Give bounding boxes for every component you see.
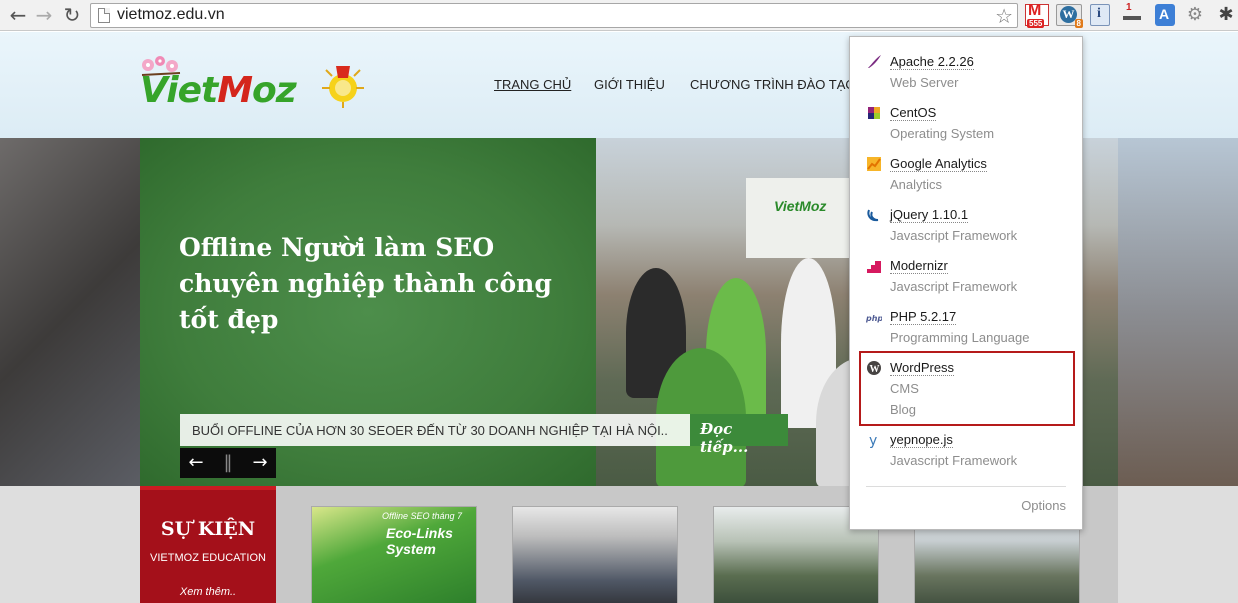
poster-title: Eco-Links System	[386, 525, 453, 557]
wordpress-highlight-box	[859, 351, 1075, 426]
chart-icon	[867, 157, 881, 171]
nav-about[interactable]: GIỚI THIỆU	[594, 77, 665, 92]
photo-brand-text: VietMoz	[774, 198, 827, 214]
stairs-icon	[867, 261, 881, 273]
firework-icon	[322, 66, 364, 108]
tech-name[interactable]: CentOS	[890, 105, 937, 121]
events-more-link[interactable]: Xem thêm..	[140, 586, 276, 598]
svg-text:php: php	[866, 314, 882, 323]
nav-home[interactable]: TRANG CHỦ	[494, 77, 571, 92]
forward-button[interactable]: →	[32, 3, 56, 27]
address-bar[interactable]: vietmoz.edu.vn ☆	[90, 3, 1018, 28]
wappalyzer-extension-button[interactable]: W 8	[1056, 4, 1083, 28]
tech-category: Javascript Framework	[890, 453, 1018, 468]
svg-text:y: y	[869, 433, 877, 448]
gmail-count-badge: 555	[1027, 19, 1045, 28]
tech-name[interactable]: PHP 5.2.17	[890, 309, 957, 325]
swirl-icon	[867, 209, 879, 222]
wappalyzer-count-badge: 8	[1074, 19, 1083, 28]
options-link[interactable]: Options	[1021, 498, 1066, 513]
notification-extension-button[interactable]: 1	[1120, 2, 1144, 26]
slider-left-photo	[0, 138, 140, 486]
technology-popup: Apache 2.2.26 Web Server CentOS Operatin…	[849, 36, 1083, 530]
y-icon: y	[869, 433, 877, 448]
tech-name[interactable]: jQuery 1.10.1	[890, 207, 969, 223]
events-box: SỰ KIỆN VIETMOZ EDUCATION Xem thêm..	[140, 486, 276, 603]
logo-text: VietMoz	[140, 70, 297, 111]
translate-extension-button[interactable]: A	[1155, 4, 1175, 26]
slide-caption: BUỔI OFFLINE CỦA HƠN 30 SEOER ĐẾN TỪ 30 …	[180, 414, 690, 446]
gmail-icon: M	[1028, 2, 1042, 19]
slider-prev-button[interactable]: ←	[180, 448, 212, 478]
pinwheel-icon	[868, 107, 880, 119]
popup-divider	[866, 486, 1066, 487]
bookmark-star-icon[interactable]: ☆	[995, 4, 1013, 28]
tech-name[interactable]: Google Analytics	[890, 156, 987, 172]
tech-category: Analytics	[890, 177, 943, 192]
tech-name[interactable]: Apache 2.2.26	[890, 54, 974, 70]
info-extension-button[interactable]: i	[1090, 4, 1110, 26]
gmail-extension-button[interactable]: M 555	[1025, 2, 1049, 28]
slider-pause-button[interactable]: ‖	[212, 448, 244, 478]
feather-icon	[868, 55, 881, 68]
notification-count: 1	[1126, 2, 1132, 13]
gear-extension-button[interactable]: ⚙	[1185, 4, 1205, 26]
site-logo[interactable]: VietMoz	[140, 50, 370, 122]
info-icon: i	[1097, 6, 1101, 21]
events-title: SỰ KIỆN	[160, 518, 256, 540]
settings-menu-button[interactable]: ✱	[1216, 4, 1236, 26]
tech-category: Javascript Framework	[890, 279, 1018, 294]
tech-name[interactable]: Modernizr	[890, 258, 948, 274]
event-thumbnail[interactable]	[512, 506, 678, 603]
slider-next-button[interactable]: →	[244, 448, 276, 478]
tray-icon	[1123, 16, 1141, 20]
poster-kicker: Offline SEO tháng 7	[382, 511, 463, 521]
tech-category: Programming Language	[890, 330, 1030, 345]
read-more-button[interactable]: Đọc tiếp...	[690, 414, 788, 456]
back-button[interactable]: ←	[6, 3, 30, 27]
page-icon	[98, 8, 110, 23]
tech-category: Operating System	[890, 126, 995, 141]
reload-button[interactable]: ↻	[60, 3, 84, 27]
slide-title[interactable]: Offline Người làm SEO chuyên nghiệp thàn…	[179, 230, 579, 338]
php-icon: php	[866, 314, 882, 323]
tech-name[interactable]: yepnope.js	[890, 432, 953, 448]
url-text[interactable]: vietmoz.edu.vn	[117, 6, 225, 24]
tech-category: Web Server	[890, 75, 959, 90]
nav-programs[interactable]: CHƯƠNG TRÌNH ĐÀO TẠO	[690, 77, 856, 92]
translate-icon: A	[1159, 6, 1170, 22]
events-subtitle: VIETMOZ EDUCATION	[150, 552, 266, 564]
tech-category: Javascript Framework	[890, 228, 1018, 243]
browser-toolbar: ← → ↻ vietmoz.edu.vn ☆ M 555 W 8 i 1 A ⚙…	[0, 0, 1238, 31]
slider-right-photo	[1118, 138, 1238, 486]
event-thumbnail[interactable]: Offline SEO tháng 7 Eco-Links System	[311, 506, 477, 603]
